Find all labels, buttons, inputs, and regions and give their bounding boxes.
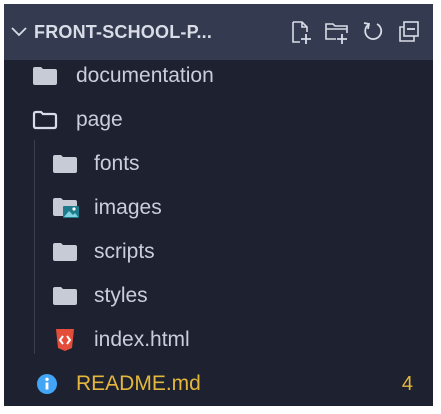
- tree-item-index-html[interactable]: index.html: [4, 320, 433, 360]
- tree-item-scripts[interactable]: scripts: [4, 232, 433, 272]
- tree-item-label: page: [76, 108, 123, 131]
- explorer-header[interactable]: FRONT-SCHOOL-P...: [4, 4, 433, 60]
- folder-open-icon: [32, 100, 58, 140]
- folder-icon: [52, 144, 78, 184]
- tree-item-documentation[interactable]: documentation: [4, 56, 433, 96]
- explorer-panel: FRONT-SCHOOL-P... documentation page fon…: [4, 4, 433, 406]
- collapse-all-icon[interactable]: [391, 14, 427, 50]
- info-icon: [36, 364, 58, 404]
- tree-item-fonts[interactable]: fonts: [4, 144, 433, 184]
- problems-count-badge: 4: [401, 373, 413, 395]
- tree-item-label: images: [94, 196, 162, 219]
- chevron-down-icon[interactable]: [4, 27, 34, 37]
- tree-item-readme[interactable]: README.md 4: [4, 364, 433, 404]
- workspace-title[interactable]: FRONT-SCHOOL-P...: [34, 22, 212, 43]
- tree-item-label: fonts: [94, 152, 140, 175]
- tree-item-images[interactable]: images: [4, 188, 433, 228]
- refresh-icon[interactable]: [355, 14, 391, 50]
- tree-item-label: styles: [94, 284, 148, 307]
- tree-item-label: scripts: [94, 240, 155, 263]
- folder-images-icon: [52, 188, 80, 228]
- tree-item-label: README.md: [76, 372, 201, 395]
- new-folder-icon[interactable]: [319, 14, 355, 50]
- folder-icon: [32, 56, 58, 96]
- tree-item-styles[interactable]: styles: [4, 276, 433, 316]
- tree-item-label: documentation: [76, 64, 214, 87]
- new-file-icon[interactable]: [283, 14, 319, 50]
- folder-icon: [52, 232, 78, 272]
- folder-icon: [52, 276, 78, 316]
- html5-icon: [54, 320, 76, 360]
- tree-item-label: index.html: [94, 328, 190, 351]
- tree-item-page[interactable]: page: [4, 100, 433, 140]
